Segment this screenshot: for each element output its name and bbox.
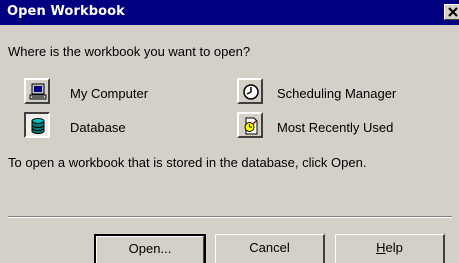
cancel-button-label: Cancel <box>249 240 290 255</box>
open-button[interactable]: Open... <box>94 234 206 263</box>
cancel-button[interactable]: Cancel <box>215 234 325 263</box>
close-icon <box>448 7 458 17</box>
scheduling-manager-label: Scheduling Manager <box>277 86 397 101</box>
database-icon <box>31 118 45 134</box>
close-button[interactable] <box>444 4 459 20</box>
most-recently-used-button[interactable] <box>237 112 263 138</box>
title-bar[interactable]: Open Workbook <box>0 0 459 25</box>
database-button[interactable] <box>24 112 50 138</box>
computer-icon <box>29 83 47 100</box>
help-button[interactable]: Help <box>335 234 445 263</box>
help-mnemonic: H <box>376 240 386 255</box>
database-label: Database <box>70 120 126 135</box>
dialog-title: Open Workbook <box>7 4 125 19</box>
location-prompt: Where is the workbook you want to open? <box>8 44 251 59</box>
recent-document-icon <box>244 117 258 135</box>
open-workbook-dialog: Open Workbook Where is the workbook you … <box>0 0 459 263</box>
instruction-text: To open a workbook that is stored in the… <box>8 155 367 170</box>
my-computer-label: My Computer <box>70 86 149 101</box>
open-button-bevel <box>96 236 204 263</box>
my-computer-button[interactable] <box>24 78 50 104</box>
scheduling-manager-button[interactable] <box>237 78 263 104</box>
separator <box>8 216 452 218</box>
clock-icon <box>243 84 259 100</box>
most-recently-used-label: Most Recently Used <box>277 120 394 135</box>
help-label-rest: elp <box>385 240 403 255</box>
help-button-label: Help <box>376 240 403 255</box>
